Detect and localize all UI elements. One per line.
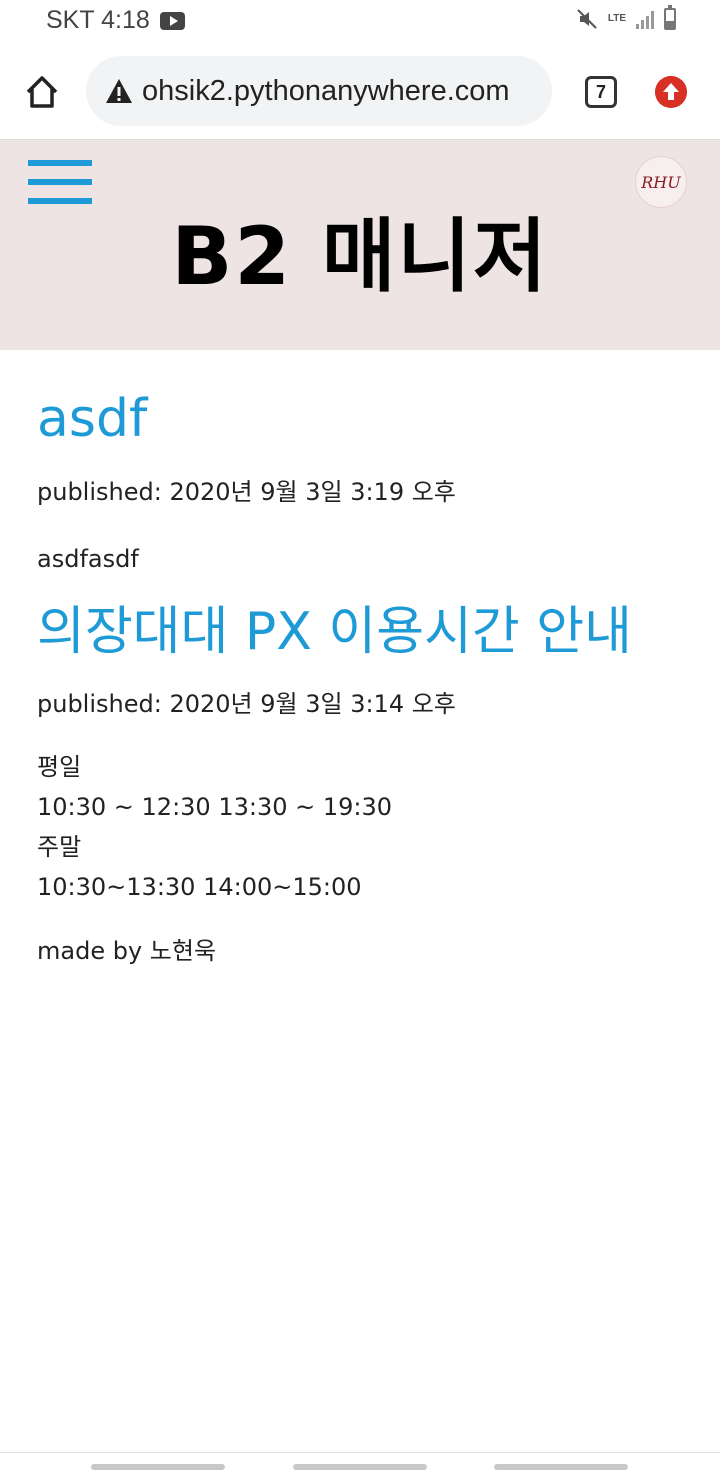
site-header: RHU B2 매니저 (0, 140, 720, 350)
post-body-line: 10:30 ~ 12:30 13:30 ~ 19:30 (37, 792, 393, 821)
url-text: ohsik2.pythonanywhere.com (142, 74, 510, 107)
youtube-notification-icon (159, 11, 185, 30)
post-body-line: 주말 (37, 832, 82, 861)
footer-credit: made by 노현욱 (37, 936, 217, 965)
post-date: published: 2020년 9월 3일 3:19 오후 (37, 478, 456, 507)
tab-switcher-button[interactable]: 7 (585, 76, 617, 108)
carrier-time: SKT 4:18 (46, 6, 150, 34)
post-body-line: asdfasdf (37, 545, 139, 574)
lte-indicator: LTE (607, 13, 626, 24)
warning-icon[interactable] (104, 77, 134, 105)
post-list: asdf published: 2020년 9월 3일 3:19 오후 asdf… (37, 350, 687, 966)
home-icon[interactable] (22, 72, 62, 112)
post-title-link[interactable]: 의장대대 PX 이용시간 안내 (37, 601, 687, 663)
post-date: published: 2020년 9월 3일 3:14 오후 (37, 689, 456, 718)
battery-icon (664, 5, 676, 30)
update-icon[interactable] (655, 76, 687, 108)
browser-toolbar: ohsik2.pythonanywhere.com 7 (0, 44, 720, 140)
status-left: SKT 4:18 (46, 6, 185, 35)
post-body: 평일 10:30 ~ 12:30 13:30 ~ 19:30 주말 10:30~… (37, 747, 687, 907)
post-body-line: 평일 (37, 752, 82, 781)
system-nav-bar (0, 1452, 720, 1480)
post-body: asdfasdf (37, 539, 687, 579)
post: 의장대대 PX 이용시간 안내 published: 2020년 9월 3일 3… (37, 601, 687, 906)
status-right: LTE (576, 5, 676, 30)
nav-home-button[interactable] (293, 1464, 427, 1470)
post-body-line: 10:30~13:30 14:00~15:00 (37, 872, 362, 901)
nav-back-button[interactable] (494, 1464, 628, 1470)
status-bar: SKT 4:18 LTE (0, 0, 720, 44)
site-title: B2 매니저 (171, 210, 549, 303)
address-bar[interactable]: ohsik2.pythonanywhere.com (86, 56, 552, 126)
signal-icon (636, 9, 654, 29)
post: asdf published: 2020년 9월 3일 3:19 오후 asdf… (37, 388, 687, 579)
nav-recents-button[interactable] (91, 1464, 225, 1470)
post-title-link[interactable]: asdf (37, 388, 687, 450)
mute-icon (577, 9, 597, 29)
